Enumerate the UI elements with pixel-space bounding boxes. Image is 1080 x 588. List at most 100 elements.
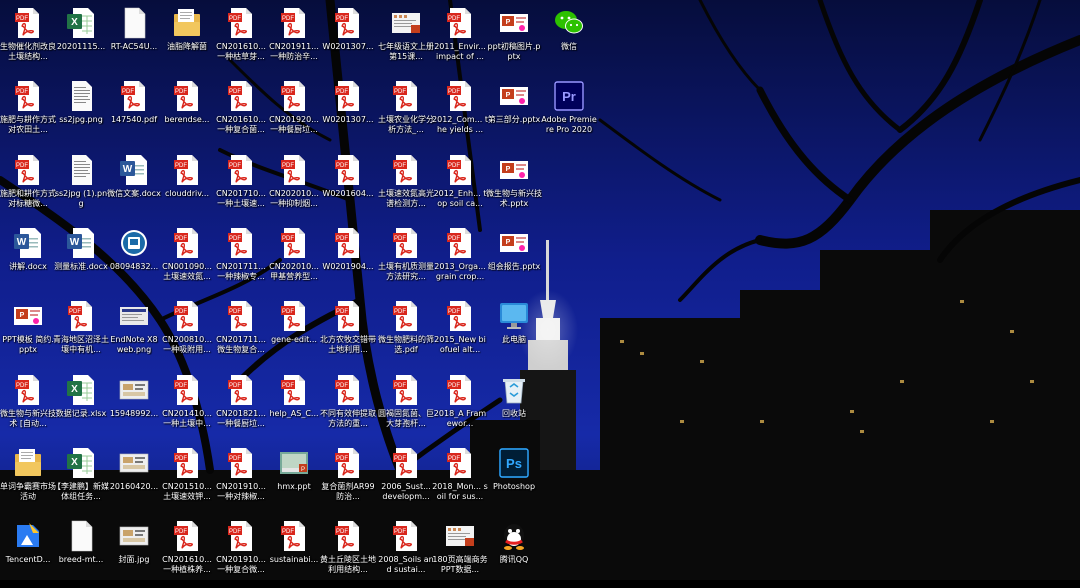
desktop-icon[interactable]: 封面.jpg (108, 516, 160, 588)
desktop-icon[interactable]: PDF W0201307... (322, 3, 374, 75)
svg-text:PDF: PDF (282, 529, 294, 535)
desktop-icon[interactable]: Phmx.ppt (268, 443, 320, 515)
desktop-icon[interactable]: X 数据记录.xlsx (55, 370, 107, 442)
desktop-icon-label: 微生物与新兴技术 [自动... (0, 409, 56, 428)
desktop-icon-label: 黄土丘陵区土地利用结构... (320, 555, 376, 574)
desktop-icon[interactable]: PDF 2011_Envir... impact of ... (434, 3, 486, 75)
desktop-icon[interactable]: PDF CN201610... 一种植株养... (161, 516, 213, 588)
desktop-icon[interactable]: 油脂降解菌 (161, 3, 213, 75)
desktop-icon[interactable]: 七年级语文上册 第15课... (378, 3, 434, 75)
desktop-icon[interactable]: PDF 2006_Sust... developm... (380, 443, 432, 515)
desktop-icon[interactable]: PDF CN201410... 一种土壤中... (161, 370, 213, 442)
desktop-icon[interactable]: PDF CN201610... 一种复合菌... (215, 76, 267, 148)
desktop-icon[interactable]: PDF 2012_Enh... top soil ca... (434, 150, 486, 222)
desktop-icon[interactable]: PDF CN201910... 一种对辣椒... (215, 443, 267, 515)
desktop-icon-label: 单词争霸赛市场活动 (0, 482, 56, 501)
desktop-icon[interactable]: P 微生物与新兴技术.pptx (486, 150, 542, 222)
desktop-icon[interactable]: P 组会报告.pptx (488, 223, 540, 295)
svg-text:X: X (71, 17, 78, 28)
desktop-icon[interactable]: PDF 圆褐固氮菌、巨大芽孢杆... (378, 370, 434, 442)
desktop-icon-label: Photoshop (492, 482, 536, 491)
desktop-icon[interactable]: TencentD... (2, 516, 54, 588)
desktop-icon[interactable]: PDF gene-edit... (268, 296, 320, 368)
desktop-icon[interactable]: EndNote X8 web.png (108, 296, 160, 368)
desktop-icon-label: 组会报告.pptx (487, 262, 541, 271)
desktop-icon[interactable]: W 讲解.docx (2, 223, 54, 295)
desktop-icon[interactable]: Pr Adobe Premiere Pro 2020 (541, 76, 597, 148)
desktop-icon[interactable]: PDF help_AS_C... (268, 370, 320, 442)
desktop-icon[interactable]: 此电脑 (488, 296, 540, 368)
desktop-icon[interactable]: PDF CN201710... 一种土壤速... (215, 150, 267, 222)
desktop-icon[interactable]: PDF clouddriv... (161, 150, 213, 222)
desktop-icon[interactable]: PDF 微生物肥料的筛选.pdf (378, 296, 434, 368)
desktop-icon-label: W0201604... (322, 189, 374, 198)
svg-text:PDF: PDF (336, 309, 348, 315)
desktop-icon[interactable]: PDF 生物催化剂改良土壤结构... (0, 3, 56, 75)
desktop-icon[interactable]: PDF 不同有效伸提取方法的重... (320, 370, 376, 442)
desktop-icon[interactable]: X 20201115... (55, 3, 107, 75)
desktop-icon[interactable]: 微信 (543, 3, 595, 75)
desktop-icon[interactable]: 20160420... (108, 443, 160, 515)
desktop-icon[interactable]: 腾讯QQ (488, 516, 540, 588)
desktop-icon-label: 15948992... (109, 409, 159, 418)
desktop-icon[interactable]: 08094832... (108, 223, 160, 295)
desktop-icon[interactable]: PDF 北方农牧交错带土地利用... (320, 296, 376, 368)
desktop-icon[interactable]: PDF CN200810... 一种吸附用... (161, 296, 213, 368)
desktop-icon[interactable]: PDF 黄土丘陵区土地利用结构... (320, 516, 376, 588)
desktop-icon[interactable]: breed-mt... (55, 516, 107, 588)
desktop-icon[interactable]: PDF CN201911... 一种防治辛... (268, 3, 320, 75)
desktop-icon[interactable]: PDF 土壤有机质测量方法研究... (378, 223, 434, 295)
desktop-icon[interactable]: ss2jpg (1).png (55, 150, 107, 222)
desktop-icon[interactable]: PDF W0201307... (322, 76, 374, 148)
desktop-icon[interactable]: P 第三部分.pptx (488, 76, 540, 148)
desktop-icon[interactable]: PDF 2015_New biofuel alt... (434, 296, 486, 368)
desktop-icon[interactable]: PDF W0201904... (322, 223, 374, 295)
desktop-icon[interactable]: PDF CN201711... 一种辣椒专... (215, 223, 267, 295)
desktop-icon[interactable]: PDF CN001090... 土壤速效氮... (161, 223, 213, 295)
desktop-icon[interactable]: PDF W0201604... (322, 150, 374, 222)
desktop-icon[interactable]: 回收站 (488, 370, 540, 442)
svg-text:PDF: PDF (282, 309, 294, 315)
desktop-icon[interactable]: PDF 2013_Orga... grain crop... (434, 223, 486, 295)
desktop-icon[interactable]: 180页高端商务PPT数据... (432, 516, 488, 588)
desktop-icon[interactable]: 15948992... (108, 370, 160, 442)
desktop-icon[interactable]: PDF CN202010... 甲基营养型... (268, 223, 320, 295)
desktop-icon[interactable]: PDF 2008_Soils and sustai... (378, 516, 434, 588)
desktop-icon[interactable]: Pppt初稿图片.pptx (488, 3, 540, 75)
desktop-icon[interactable]: X 【李建鹏】新媒体组任务... (53, 443, 109, 515)
desktop-icon[interactable]: PDF 2018_Mon... soil for sus... (432, 443, 488, 515)
desktop-icon[interactable]: PDF CN201510... 土壤速效钾... (161, 443, 213, 515)
desktop-icon[interactable]: PDF 土壤速效氮高光谱检测方... (378, 150, 434, 222)
desktop-icon-label: W0201904... (322, 262, 374, 271)
desktop-icon[interactable]: PDF 2018_A Framewor... (434, 370, 486, 442)
desktop-icon[interactable]: PDF 2012_Com... the yields ... (432, 76, 488, 148)
desktop-icon[interactable]: PDF 复合菌剂AR99防治... (321, 443, 375, 515)
desktop-icon[interactable]: ss2jpg.png (55, 76, 107, 148)
svg-text:P: P (506, 166, 511, 173)
desktop-icon[interactable]: Ps Photoshop (488, 443, 540, 515)
desktop-icon[interactable]: PDF 青海地区沼泽土壤中有机... (53, 296, 109, 368)
pdf-icon: PDF (277, 373, 311, 407)
desktop-icon[interactable]: PDF CN201821... 一种餐厨垃... (215, 370, 267, 442)
desktop-icon[interactable]: 单词争霸赛市场活动 (0, 443, 56, 515)
svg-text:PDF: PDF (336, 236, 348, 242)
desktop-icon[interactable]: PDF CN202010... 一种抑制烟... (268, 150, 320, 222)
desktop-icon[interactable]: PDF 施肥与耕作方式对农田土... (0, 76, 56, 148)
desktop-icon[interactable]: PDF CN201610... 一种枯草芽... (215, 3, 267, 75)
desktop-icon[interactable]: RT-AC54U... (108, 3, 160, 75)
desktop-icon[interactable]: PDF 施肥和耕作方式对标糖微... (0, 150, 56, 222)
desktop-icon[interactable]: PDF 147540.pdf (108, 76, 160, 148)
desktop-icon[interactable]: PDF CN201711... 微生物复合... (215, 296, 267, 368)
desktop-icon[interactable]: W 测量标准.docx (54, 223, 108, 295)
desktop-icon[interactable]: W 微信文案.docx (107, 150, 161, 222)
desktop-icon[interactable]: PDF CN201910... 一种复合微... (215, 516, 267, 588)
desktop-icon[interactable]: PDF sustainabi... (268, 516, 320, 588)
desktop-icon[interactable]: PDF berendse... (161, 76, 213, 148)
pdf-icon: PDF (11, 6, 45, 40)
desktop-icon[interactable]: P PPT模板 简约.pptx (2, 296, 54, 368)
desktop-icon[interactable]: PDF CN201920... 一种餐厨垃... (268, 76, 320, 148)
desktop-icon[interactable]: PDF 土壤农业化学分析方法_... (378, 76, 434, 148)
svg-text:P: P (506, 239, 511, 246)
desktop-icon-label: 2013_Orga... grain crop... (434, 262, 486, 281)
desktop-icon[interactable]: PDF 微生物与新兴技术 [自动... (0, 370, 56, 442)
